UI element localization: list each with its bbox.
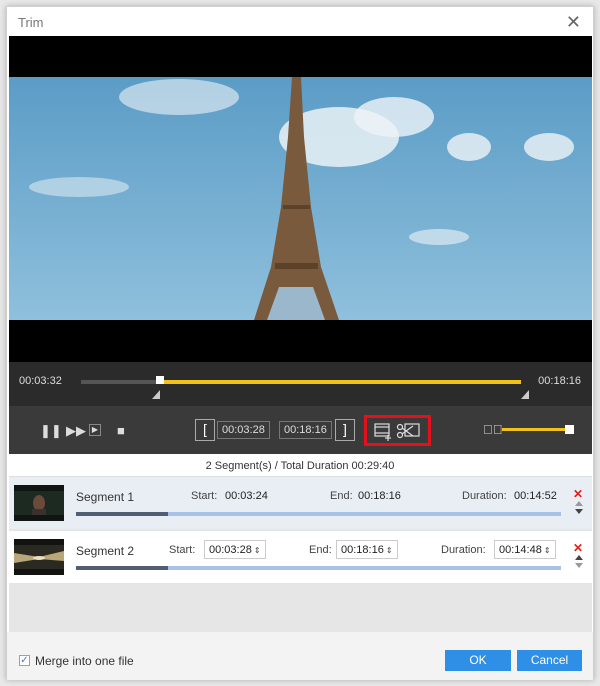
window-title: Trim [18, 15, 44, 30]
segment-name: Segment 1 [76, 490, 135, 504]
current-time: 00:03:32 [19, 375, 62, 387]
merge-checkbox[interactable]: ✓ [19, 655, 30, 666]
end-label: End: [309, 544, 332, 556]
move-up-icon[interactable] [575, 501, 583, 506]
stepper-arrows-icon[interactable]: ⇕ [544, 546, 551, 555]
merge-label: Merge into one file [35, 654, 134, 668]
close-icon[interactable]: ✕ [566, 12, 581, 32]
segment-progress-fill [76, 512, 169, 516]
start-label: Start: [169, 544, 196, 556]
playhead-handle[interactable] [156, 376, 165, 384]
pause-icon[interactable]: ❚❚ [40, 423, 62, 439]
next-frame-icon[interactable]: ▶ [89, 424, 101, 436]
delete-icon[interactable]: ✕ [573, 487, 583, 501]
end-marker[interactable] [521, 390, 529, 399]
segment-name: Segment 2 [76, 544, 135, 558]
start-value: 00:03:28 [209, 544, 252, 556]
timeline-selection [160, 380, 521, 384]
start-label: Start: [191, 490, 218, 502]
trim-dialog: Trim ✕ 00:03:32 00:18:16 ❚❚ ▶▶ ▶ ■ [00:… [6, 6, 594, 680]
segment-list: Segment 1 Start: 00:03:24 End: 00:18:16 … [9, 476, 592, 632]
move-up-icon[interactable] [575, 555, 583, 560]
bracket-left-icon[interactable]: [ [195, 419, 215, 441]
cancel-button[interactable]: Cancel [517, 650, 582, 671]
video-preview [9, 36, 592, 366]
end-time-field[interactable]: 00:18:16 [279, 421, 332, 439]
segment-progress-fill [76, 566, 169, 570]
duration-stepper[interactable]: 00:14:48 ⇕ [494, 540, 556, 559]
segment-row[interactable]: Segment 2 Start: 00:03:28 ⇕ End: 00:18:16… [9, 531, 592, 583]
start-time-field[interactable]: 00:03:28 [217, 421, 270, 439]
segment-row[interactable]: Segment 1 Start: 00:03:24 End: 00:18:16 … [9, 477, 592, 529]
end-value: 00:18:16 [341, 544, 384, 556]
start-marker[interactable] [152, 390, 161, 399]
stepper-arrows-icon[interactable]: ⇕ [254, 546, 261, 555]
delete-icon[interactable]: ✕ [573, 541, 583, 555]
eiffel-tower-frame [9, 77, 592, 320]
playback-controls: ❚❚ ▶▶ ▶ ■ [ 00:03:28 00:18:16 ] ◀ﾞ [9, 406, 592, 454]
volume-icon[interactable]: ◀ﾞ [483, 422, 503, 437]
stop-icon[interactable]: ■ [117, 423, 125, 438]
move-down-icon[interactable] [575, 563, 583, 568]
segment-thumbnail [14, 485, 64, 521]
end-value: 00:18:16 [358, 490, 401, 502]
dialog-footer: ✓ Merge into one file OK Cancel [7, 632, 593, 680]
duration-value: 00:14:52 [514, 490, 557, 502]
segment-thumbnail [14, 539, 64, 575]
end-stepper[interactable]: 00:18:16 ⇕ [336, 540, 398, 559]
segments-summary: 2 Segment(s) / Total Duration 00:29:40 [205, 460, 395, 472]
volume-handle[interactable] [565, 425, 574, 434]
timeline-track[interactable] [81, 380, 521, 384]
start-value: 00:03:24 [225, 490, 268, 502]
highlight-frame [364, 415, 431, 446]
end-label: End: [330, 490, 353, 502]
duration-label: Duration: [462, 490, 507, 502]
start-stepper[interactable]: 00:03:28 ⇕ [204, 540, 266, 559]
segment-progress-track [76, 566, 561, 570]
fast-forward-icon[interactable]: ▶▶ [66, 423, 86, 439]
total-time: 00:18:16 [538, 375, 581, 387]
title-bar: Trim ✕ [7, 7, 593, 37]
duration-label: Duration: [441, 544, 486, 556]
ok-button[interactable]: OK [445, 650, 511, 671]
scissors-icon[interactable] [396, 423, 420, 439]
timeline-bar: 00:03:32 00:18:16 [9, 362, 592, 406]
add-segment-icon[interactable] [374, 423, 391, 441]
duration-value: 00:14:48 [499, 544, 542, 556]
volume-slider[interactable] [502, 428, 568, 431]
bracket-right-icon[interactable]: ] [335, 419, 355, 441]
segment-tools [374, 423, 420, 441]
stepper-arrows-icon[interactable]: ⇕ [386, 546, 393, 555]
move-down-icon[interactable] [575, 509, 583, 514]
segment-progress-track [76, 512, 561, 516]
